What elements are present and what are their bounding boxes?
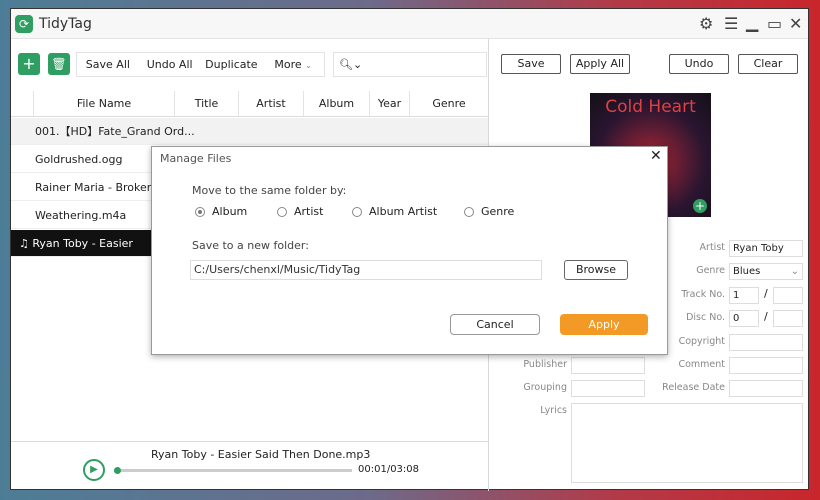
radio-icon xyxy=(352,207,362,217)
clear-button[interactable]: Clear xyxy=(738,54,798,74)
radio-label: Album xyxy=(212,205,248,218)
dialog-title: Manage Files xyxy=(160,152,232,165)
gear-icon[interactable]: ⚙ xyxy=(699,14,713,33)
play-button[interactable]: ▶ xyxy=(83,459,105,481)
undo-all-button[interactable]: Undo All xyxy=(139,53,201,76)
seek-handle[interactable] xyxy=(114,467,121,474)
radio-album-artist[interactable]: Album Artist xyxy=(352,205,437,218)
app-title: TidyTag xyxy=(39,16,92,32)
table-row[interactable]: 001.【HD】Fate_Grand Ord... xyxy=(11,118,488,145)
track-total-field[interactable] xyxy=(773,287,803,304)
disc-total-field[interactable] xyxy=(773,310,803,327)
add-file-button[interactable]: + xyxy=(18,53,40,75)
duplicate-button[interactable]: Duplicate xyxy=(201,53,263,76)
playing-icon: ♫ xyxy=(19,237,33,250)
artist-field[interactable]: Ryan Toby xyxy=(729,240,803,257)
minimize-icon[interactable]: ▁ xyxy=(746,13,758,32)
copyright-field[interactable] xyxy=(729,334,803,351)
search-input[interactable]: 🔍︎⌄ xyxy=(333,52,487,77)
app-logo-icon: ⟳ xyxy=(15,15,33,33)
delete-button[interactable]: 🗑 xyxy=(48,53,70,75)
comment-field[interactable] xyxy=(729,357,803,374)
more-label: More xyxy=(274,58,302,71)
radio-album[interactable]: Album xyxy=(195,205,247,218)
undo-button[interactable]: Undo xyxy=(669,54,729,74)
radio-artist[interactable]: Artist xyxy=(277,205,323,218)
slash: / xyxy=(764,287,768,300)
add-art-icon[interactable]: + xyxy=(693,199,707,213)
menu-icon[interactable]: ☰ xyxy=(724,14,738,33)
track-field[interactable]: 1 xyxy=(729,287,759,304)
app-window: ⟳ TidyTag ⚙ ☰ ▁ ▭ ✕ + 🗑 Save All Undo Al… xyxy=(10,8,809,491)
title-bar: ⟳ TidyTag ⚙ ☰ ▁ ▭ ✕ xyxy=(11,9,808,39)
seek-slider[interactable] xyxy=(114,467,352,474)
radio-label: Album Artist xyxy=(369,205,438,218)
close-icon[interactable]: ✕ xyxy=(789,14,802,33)
grouping-field[interactable] xyxy=(571,380,645,397)
chevron-down-icon: ⌄ xyxy=(790,266,799,277)
apply-all-button[interactable]: Apply All xyxy=(570,54,630,74)
lyrics-field[interactable] xyxy=(571,403,803,483)
radio-icon xyxy=(464,207,474,217)
save-all-button[interactable]: Save All xyxy=(77,53,139,76)
radio-icon xyxy=(195,207,205,217)
genre-select[interactable]: Blues ⌄ xyxy=(729,263,803,280)
apply-button[interactable]: Apply xyxy=(560,314,648,335)
col-genre[interactable]: Genre xyxy=(409,91,488,116)
disc-field[interactable]: 0 xyxy=(729,310,759,327)
album-art-text: Cold Heart xyxy=(605,97,696,117)
close-icon[interactable]: ✕ xyxy=(650,148,662,164)
chevron-down-icon: ⌄ xyxy=(305,61,312,70)
maximize-icon[interactable]: ▭ xyxy=(767,14,782,33)
toolbar: Save All Undo All Duplicate More ⌄ xyxy=(76,52,325,77)
lyrics-label: Lyrics xyxy=(540,405,567,416)
col-album[interactable]: Album xyxy=(303,91,369,116)
col-artist[interactable]: Artist xyxy=(238,91,303,116)
table-row-selected[interactable]: ♫ Ryan Toby - Easier Said xyxy=(11,230,151,277)
search-icon: 🔍︎⌄ xyxy=(339,58,363,71)
genre-value: Blues xyxy=(733,266,761,277)
col-title[interactable]: Title xyxy=(174,91,238,116)
browse-button[interactable]: Browse xyxy=(564,260,628,280)
now-playing-title: Ryan Toby - Easier Said Then Done.mp3 xyxy=(151,448,371,461)
move-label: Move to the same folder by: xyxy=(192,184,347,197)
release-date-label: Release Date xyxy=(662,382,725,393)
col-file-name[interactable]: File Name xyxy=(33,91,174,116)
save-button[interactable]: Save xyxy=(501,54,561,74)
more-button[interactable]: More ⌄ xyxy=(262,53,324,76)
player-bar: Ryan Toby - Easier Said Then Done.mp3 ▶ … xyxy=(11,441,488,490)
publisher-field[interactable] xyxy=(571,357,645,374)
time-readout: 00:01/03:08 xyxy=(358,464,420,475)
cancel-button[interactable]: Cancel xyxy=(450,314,540,335)
col-check xyxy=(11,91,33,116)
slash: / xyxy=(764,310,768,323)
grouping-label: Grouping xyxy=(523,382,567,393)
table-header: File Name Title Artist Album Year Genre xyxy=(11,91,488,117)
col-year[interactable]: Year xyxy=(369,91,409,116)
radio-label: Artist xyxy=(294,205,324,218)
publisher-label: Publisher xyxy=(523,359,567,370)
radio-genre[interactable]: Genre xyxy=(464,205,514,218)
release-date-field[interactable] xyxy=(729,380,803,397)
folder-path-input[interactable]: C:/Users/chenxl/Music/TidyTag xyxy=(190,260,542,280)
manage-files-dialog: Manage Files ✕ Move to the same folder b… xyxy=(151,146,668,355)
save-folder-label: Save to a new folder: xyxy=(192,239,309,252)
row-label: Ryan Toby - Easier Said xyxy=(19,237,133,277)
radio-icon xyxy=(277,207,287,217)
comment-label: Comment xyxy=(678,359,725,370)
radio-label: Genre xyxy=(481,205,515,218)
